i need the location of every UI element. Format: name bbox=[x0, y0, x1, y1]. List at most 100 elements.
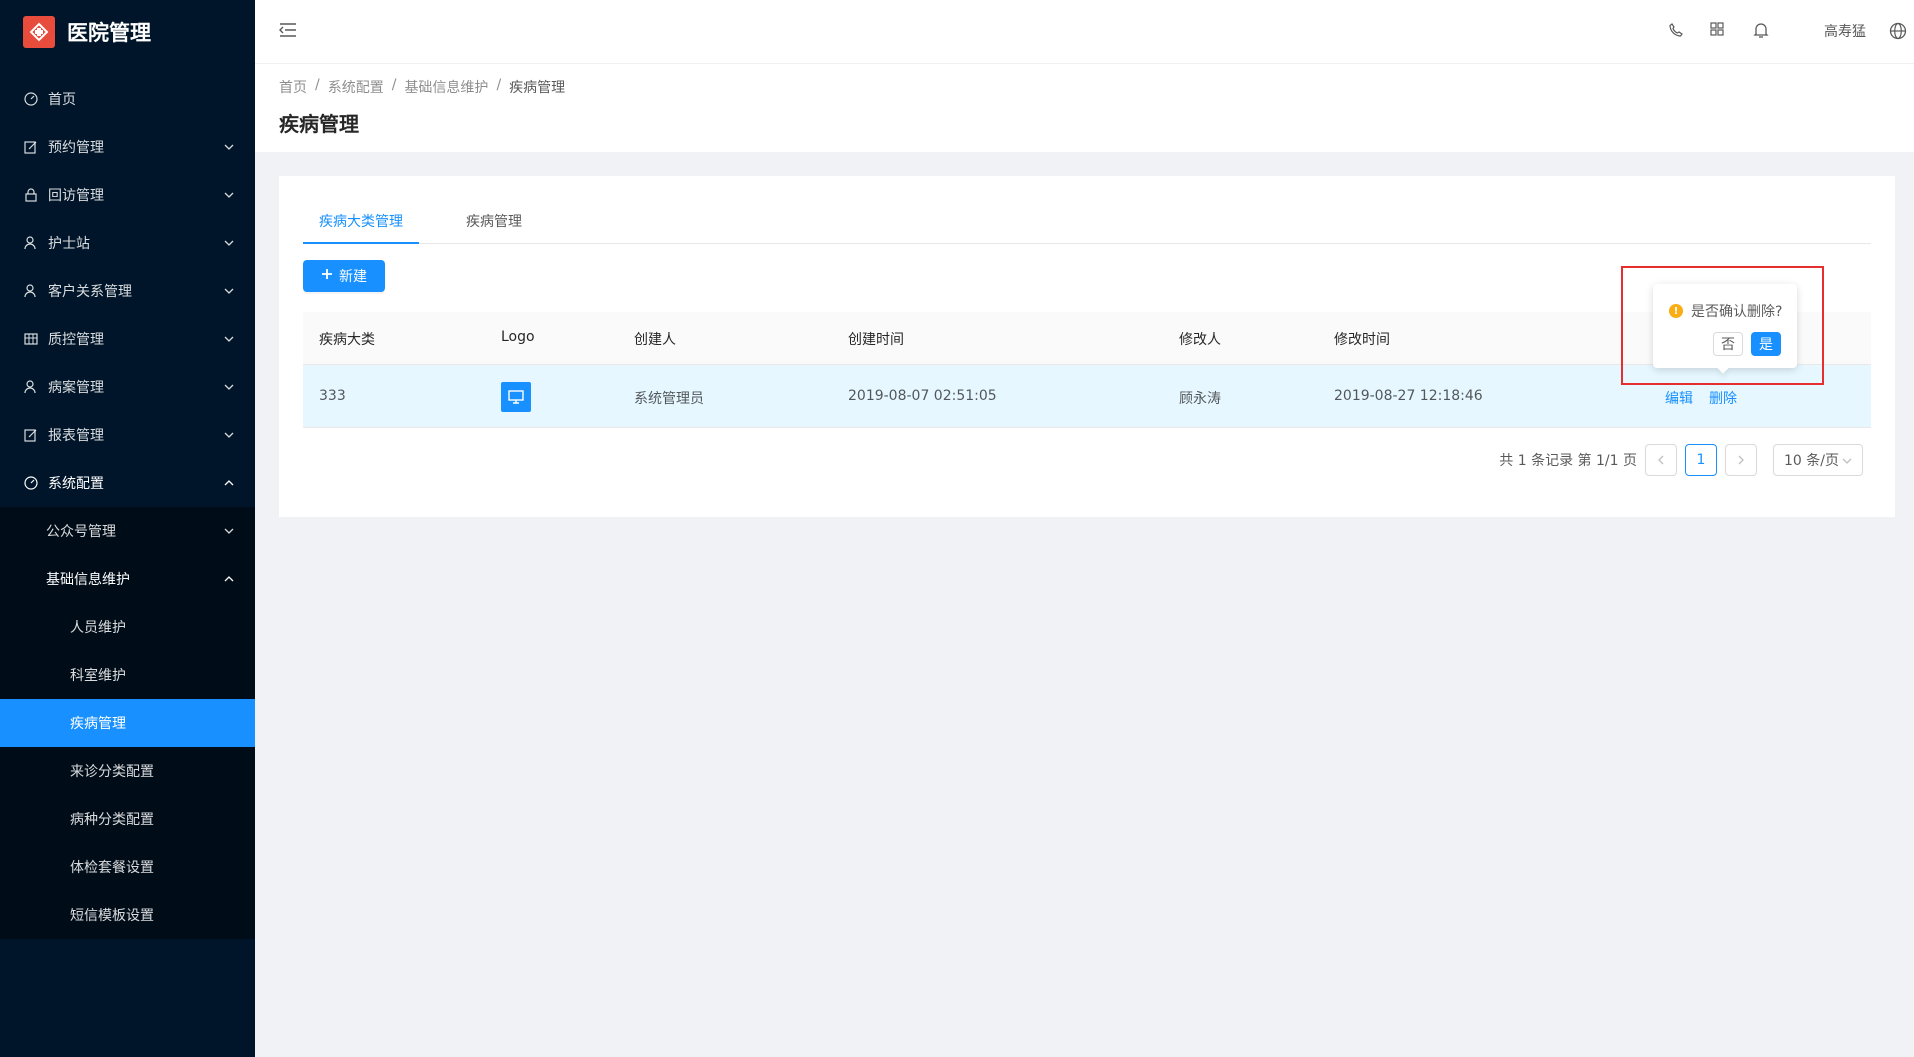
created-time-cell: 2019-08-07 02:51:05 bbox=[848, 388, 997, 404]
next-page-button[interactable] bbox=[1725, 444, 1757, 476]
sidebar-item-followup[interactable]: 回访管理 bbox=[0, 171, 255, 219]
chevron-up-icon bbox=[223, 573, 235, 585]
pagination: 共 1 条记录 第 1/1 页 1 10 条/页 bbox=[1499, 444, 1863, 476]
phone-icon[interactable] bbox=[1668, 22, 1684, 42]
column-header: 创建人 bbox=[634, 332, 676, 348]
sidebar-item-label: 公众号管理 bbox=[46, 524, 116, 540]
sidebar-item-label: 科室维护 bbox=[70, 668, 126, 684]
sidebar-item-label: 回访管理 bbox=[48, 188, 104, 204]
edit-link[interactable]: 编辑 bbox=[1665, 388, 1693, 408]
page-title: 疾病管理 bbox=[279, 112, 359, 136]
tab-disease-category[interactable]: 疾病大类管理 bbox=[319, 210, 403, 244]
bell-icon[interactable] bbox=[1753, 22, 1769, 43]
chevron-down-icon bbox=[223, 525, 235, 537]
pagination-total: 共 1 条记录 第 1/1 页 bbox=[1499, 453, 1637, 469]
sidebar-item-crm[interactable]: 客户关系管理 bbox=[0, 267, 255, 315]
sidebar-item-label: 体检套餐设置 bbox=[70, 860, 154, 876]
sidebar-item-disease[interactable]: 疾病管理 bbox=[0, 699, 255, 747]
new-button[interactable]: 新建 bbox=[303, 260, 385, 292]
username[interactable]: 高寿猛 bbox=[1824, 21, 1866, 41]
edit-icon bbox=[24, 140, 38, 154]
annotation-highlight-box bbox=[1621, 266, 1824, 385]
page-size-select[interactable]: 10 条/页 bbox=[1773, 444, 1863, 476]
sidebar: 医院管理 首页 预约管理 回访管理 护士站 客户关系管理 质控管理 病案管理 报… bbox=[0, 0, 255, 1057]
hospital-logo-icon bbox=[23, 16, 55, 48]
page-size-value: 10 条/页 bbox=[1784, 453, 1839, 469]
tab-ink-bar bbox=[303, 242, 419, 244]
sidebar-item-label: 病种分类配置 bbox=[70, 812, 154, 828]
monitor-icon bbox=[501, 382, 531, 412]
sidebar-item-label: 来诊分类配置 bbox=[70, 764, 154, 780]
sidebar-menu: 首页 预约管理 回访管理 护士站 客户关系管理 质控管理 病案管理 报表管理 系… bbox=[0, 75, 255, 939]
sidebar-item-label: 首页 bbox=[48, 92, 76, 108]
column-header: 疾病大类 bbox=[319, 332, 375, 348]
breadcrumb-link[interactable]: 基础信息维护 bbox=[404, 77, 488, 97]
sidebar-item-label: 客户关系管理 bbox=[48, 284, 132, 300]
sidebar-item-records[interactable]: 病案管理 bbox=[0, 363, 255, 411]
app-title: 医院管理 bbox=[67, 21, 151, 45]
tab-bar: 疾病大类管理 疾病管理 bbox=[303, 210, 1871, 244]
sidebar-item-nurse-station[interactable]: 护士站 bbox=[0, 219, 255, 267]
sidebar-item-system-config[interactable]: 系统配置 bbox=[0, 459, 255, 507]
column-header: 修改人 bbox=[1179, 332, 1221, 348]
plus-icon bbox=[321, 268, 333, 284]
sidebar-item-home[interactable]: 首页 bbox=[0, 75, 255, 123]
column-header: 修改时间 bbox=[1334, 332, 1390, 348]
prev-page-button[interactable] bbox=[1645, 444, 1677, 476]
breadcrumb: 首页 / 系统配置 / 基础信息维护 / 疾病管理 bbox=[279, 77, 565, 97]
breadcrumb-link[interactable]: 系统配置 bbox=[328, 77, 384, 97]
chevron-down-icon bbox=[223, 189, 235, 201]
chevron-down-icon bbox=[223, 285, 235, 297]
sidebar-item-appointment[interactable]: 预约管理 bbox=[0, 123, 255, 171]
modified-time-cell: 2019-08-27 12:18:46 bbox=[1334, 388, 1483, 404]
modifier-cell: 顾永涛 bbox=[1179, 391, 1221, 407]
user-icon bbox=[24, 284, 38, 298]
edit-icon bbox=[24, 428, 38, 442]
chevron-down-icon bbox=[223, 381, 235, 393]
appstore-icon[interactable] bbox=[1710, 22, 1724, 40]
sidebar-item-label: 预约管理 bbox=[48, 140, 104, 156]
sidebar-item-disease-category[interactable]: 病种分类配置 bbox=[0, 795, 255, 843]
menu-fold-icon[interactable] bbox=[279, 22, 297, 42]
delete-link[interactable]: 删除 bbox=[1709, 388, 1737, 408]
globe-icon[interactable] bbox=[1889, 22, 1907, 44]
sidebar-item-label: 基础信息维护 bbox=[46, 572, 130, 588]
lock-icon bbox=[24, 188, 38, 202]
breadcrumb-link[interactable]: 首页 bbox=[279, 77, 307, 97]
chevron-down-icon bbox=[223, 237, 235, 249]
category-cell: 333 bbox=[319, 388, 346, 404]
page-number-button[interactable]: 1 bbox=[1685, 444, 1717, 476]
chevron-down-icon bbox=[223, 141, 235, 153]
sidebar-item-department[interactable]: 科室维护 bbox=[0, 651, 255, 699]
column-header: Logo bbox=[501, 329, 535, 345]
tab-disease[interactable]: 疾病管理 bbox=[466, 210, 522, 244]
breadcrumb-separator: / bbox=[315, 77, 320, 93]
sidebar-item-basic-info[interactable]: 基础信息维护 bbox=[0, 555, 255, 603]
table-icon bbox=[24, 332, 38, 346]
sidebar-item-wechat[interactable]: 公众号管理 bbox=[0, 507, 255, 555]
user-icon bbox=[24, 236, 38, 250]
new-button-label: 新建 bbox=[339, 269, 367, 285]
sidebar-item-label: 护士站 bbox=[48, 236, 90, 252]
app-logo[interactable]: 医院管理 bbox=[0, 0, 255, 64]
sidebar-item-reports[interactable]: 报表管理 bbox=[0, 411, 255, 459]
sidebar-item-label: 短信模板设置 bbox=[70, 908, 154, 924]
breadcrumb-separator: / bbox=[391, 77, 397, 93]
column-header: 创建时间 bbox=[848, 332, 904, 348]
dashboard-icon bbox=[24, 476, 38, 490]
dashboard-icon bbox=[24, 92, 38, 106]
top-header: 高寿猛 bbox=[255, 0, 1914, 64]
sidebar-item-label: 质控管理 bbox=[48, 332, 104, 348]
breadcrumb-current: 疾病管理 bbox=[509, 80, 566, 96]
sidebar-item-label: 病案管理 bbox=[48, 380, 104, 396]
sidebar-item-label: 系统配置 bbox=[48, 476, 104, 492]
creator-cell: 系统管理员 bbox=[634, 391, 704, 407]
breadcrumb-separator: / bbox=[496, 77, 502, 93]
system-config-submenu: 公众号管理 基础信息维护 人员维护 科室维护 疾病管理 来诊分类配置 病种分类配… bbox=[0, 507, 255, 939]
sidebar-item-quality[interactable]: 质控管理 bbox=[0, 315, 255, 363]
sidebar-item-visit-category[interactable]: 来诊分类配置 bbox=[0, 747, 255, 795]
chevron-up-icon bbox=[223, 477, 235, 489]
sidebar-item-staff[interactable]: 人员维护 bbox=[0, 603, 255, 651]
sidebar-item-checkup-package[interactable]: 体检套餐设置 bbox=[0, 843, 255, 891]
sidebar-item-sms-template[interactable]: 短信模板设置 bbox=[0, 891, 255, 939]
